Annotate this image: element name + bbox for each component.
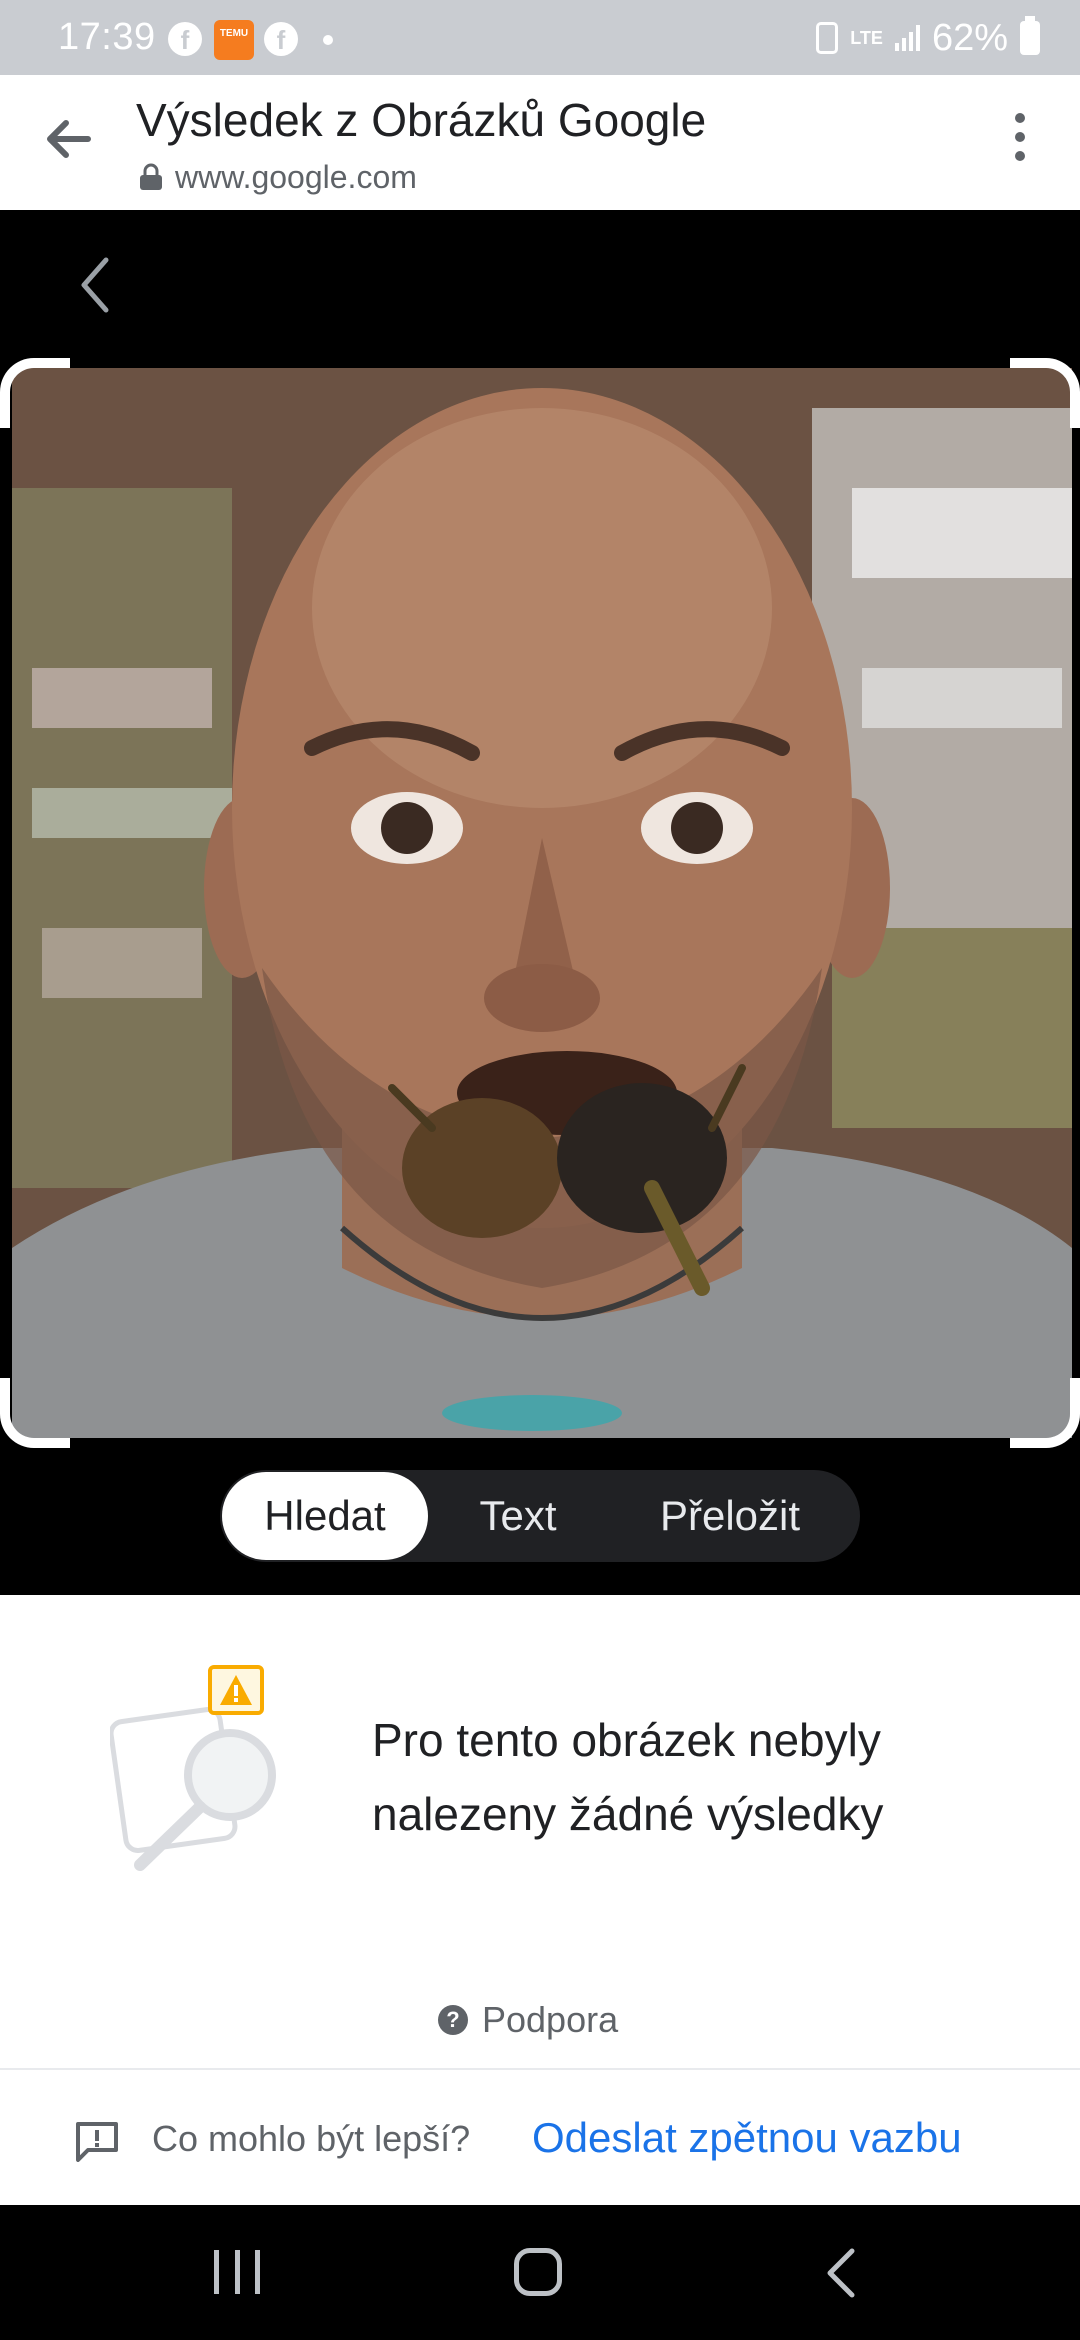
tab-translate[interactable]: Přeložit (620, 1470, 840, 1562)
app-bar: Výsledek z Obrázků Google www.google.com (0, 75, 1080, 210)
notification-dot-icon (323, 35, 333, 45)
results-sheet: Pro tento obrázek nebyly nalezeny žádné … (0, 1595, 1080, 2068)
facebook-icon: f (264, 22, 298, 56)
feedback-bar: Co mohlo být lepší? Odeslat zpětnou vazb… (0, 2068, 1080, 2205)
back-icon[interactable] (822, 2247, 862, 2299)
crop-corner-top-right[interactable] (1010, 358, 1080, 428)
crop-corner-top-left[interactable] (0, 358, 70, 428)
lock-icon (140, 163, 162, 190)
signal-icon (894, 25, 920, 51)
support-link[interactable]: ? Podpora (438, 1999, 619, 2040)
feedback-question: Co mohlo být lepší? (152, 2118, 471, 2159)
chevron-left-icon[interactable] (70, 250, 120, 320)
tab-text[interactable]: Text (438, 1470, 598, 1562)
no-results-message: Pro tento obrázek nebyly nalezeny žádné … (372, 1714, 884, 1840)
network-type: LTE (850, 28, 883, 48)
system-nav-bar (0, 2205, 1080, 2340)
battery-saver-icon (816, 22, 839, 54)
recents-icon[interactable] (214, 2250, 260, 2294)
lens-mode-tabs: Hledat Text Přeložit (220, 1470, 860, 1562)
help-icon: ? (438, 2005, 468, 2035)
lens-image-area: Hledat Text Přeložit (0, 210, 1080, 1595)
facebook-icon: f (168, 22, 202, 56)
no-results-illustration-icon (110, 1665, 276, 1871)
page-title: Výsledek z Obrázků Google (136, 94, 707, 146)
back-arrow-icon[interactable] (38, 109, 98, 169)
more-vert-icon[interactable] (1010, 113, 1030, 173)
battery-icon (1020, 16, 1040, 55)
crop-corner-bottom-left[interactable] (0, 1378, 70, 1448)
send-feedback-link[interactable]: Odeslat zpětnou vazbu (532, 2114, 962, 2162)
support-label: Podpora (482, 1999, 619, 2040)
search-image[interactable] (12, 368, 1072, 1438)
tab-search[interactable]: Hledat (222, 1472, 428, 1560)
status-time: 17:39 (58, 16, 156, 58)
page-url: www.google.com (175, 159, 417, 195)
status-right-group: LTE 62% (816, 16, 1040, 60)
temu-icon: TEMU (214, 20, 254, 60)
feedback-icon (76, 2122, 118, 2162)
crop-corner-bottom-right[interactable] (1010, 1378, 1080, 1448)
status-bar: 17:39 f TEMU f LTE 62% (0, 0, 1080, 75)
battery-percentage: 62% (931, 16, 1008, 59)
home-icon[interactable] (514, 2248, 562, 2296)
